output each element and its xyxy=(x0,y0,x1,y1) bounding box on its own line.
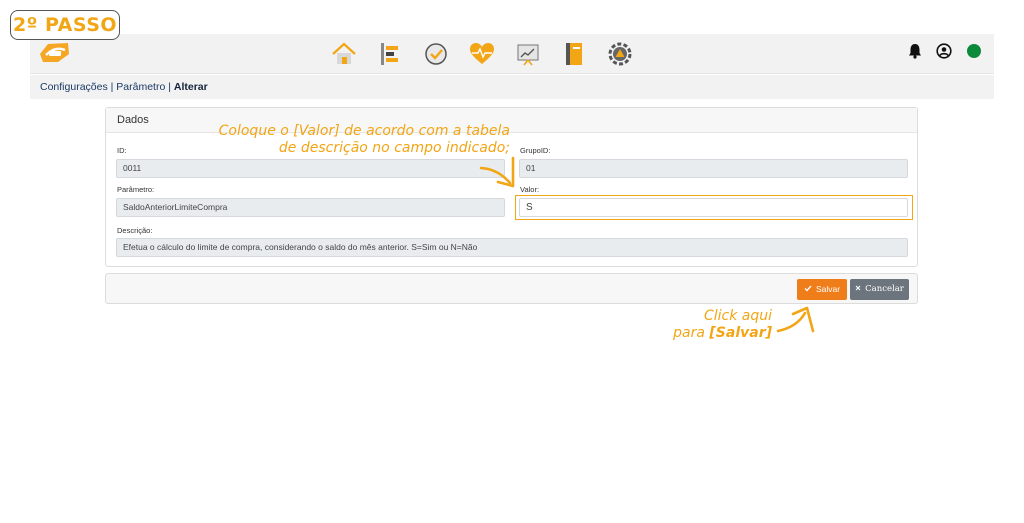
close-icon xyxy=(855,279,861,300)
user-area xyxy=(908,43,982,64)
check-icon xyxy=(804,279,812,300)
click-line-1: Click aqui xyxy=(703,308,772,324)
descricao-label: Descrição: xyxy=(117,226,153,235)
status-dot-icon xyxy=(966,43,982,64)
parametro-label: Parâmetro: xyxy=(117,185,155,194)
instruction-line-2: de descrição no campo indicado; xyxy=(278,140,510,156)
valor-label: Valor: xyxy=(520,185,540,194)
descricao-field: Efetua o cálculo do limite de compra, co… xyxy=(116,238,908,257)
click-line-2: para [Salvar] xyxy=(640,325,772,342)
instruction-annotation: Coloque o [Valor] de acordo com a tabela… xyxy=(150,123,510,157)
grupoid-field: 01 xyxy=(519,159,908,178)
gear-triangle-icon[interactable] xyxy=(604,38,636,70)
id-label: ID: xyxy=(117,146,127,155)
arrow-to-valor-icon xyxy=(479,156,515,188)
valor-input[interactable]: S xyxy=(519,198,908,217)
save-button[interactable]: Salvar xyxy=(797,279,847,300)
step-badge: 2º PASSO xyxy=(10,10,120,40)
breadcrumb-current: Alterar xyxy=(173,81,208,93)
heart-pulse-icon[interactable] xyxy=(466,38,498,70)
arrow-to-save-icon xyxy=(776,306,815,333)
check-clock-icon[interactable] xyxy=(420,38,452,70)
instruction-line-1: Coloque o [Valor] de acordo com a tabela xyxy=(218,123,510,139)
breadcrumb-separator: | xyxy=(107,81,117,93)
breadcrumb-item-parametro[interactable]: Parâmetro xyxy=(116,81,165,93)
home-icon[interactable] xyxy=(328,38,360,70)
click-line-2-prefix: para xyxy=(673,325,710,341)
breadcrumb: Configurações | Parâmetro | Alterar xyxy=(30,75,994,99)
click-annotation: Click aqui para [Salvar] xyxy=(640,308,772,342)
breadcrumb-item-configuracoes[interactable]: Configurações xyxy=(40,81,108,93)
form-actions-bar: Salvar Cancelar xyxy=(105,273,918,304)
grupoid-label: GrupoID: xyxy=(520,146,551,155)
id-field: 0011 xyxy=(116,159,505,178)
app-logo-icon[interactable] xyxy=(38,40,72,66)
structure-icon[interactable] xyxy=(374,38,406,70)
bell-icon[interactable] xyxy=(908,43,922,64)
cancel-button-label: Cancelar xyxy=(865,284,904,294)
top-navbar xyxy=(30,34,994,74)
user-circle-icon[interactable] xyxy=(936,43,952,64)
notebook-icon[interactable] xyxy=(558,38,590,70)
chart-board-icon[interactable] xyxy=(512,38,544,70)
parametro-field: SaldoAnteriorLimiteCompra xyxy=(116,198,505,217)
breadcrumb-separator: | xyxy=(165,81,174,93)
save-button-label: Salvar xyxy=(815,284,841,294)
main-menu xyxy=(328,38,636,70)
cancel-button[interactable]: Cancelar xyxy=(850,279,909,300)
click-line-2-bold: [Salvar] xyxy=(709,325,772,341)
